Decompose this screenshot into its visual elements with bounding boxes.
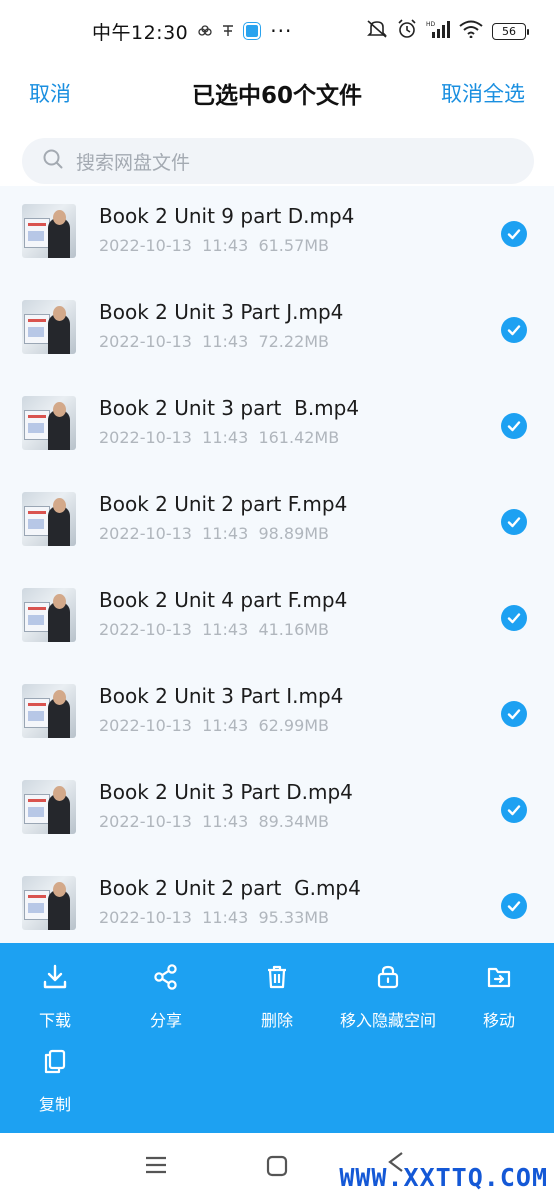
selected-checkbox[interactable] [501,221,527,247]
search-input[interactable]: 搜索网盘文件 [22,138,534,184]
battery-icon: 56 [492,22,529,40]
app-notification-icon [222,24,234,38]
search-icon [42,148,64,174]
file-row[interactable]: Book 2 Unit 3 Part I.mp4 2022-10-13 11:43… [0,666,554,762]
alarm-icon [397,18,417,44]
check-icon [507,805,521,816]
move-to-hidden-space-button[interactable]: 移入隐藏空间 [333,960,443,1040]
menu-icon[interactable] [145,1155,167,1179]
wifi-icon [459,20,483,43]
file-meta: 2022-10-13 11:43 161.42MB [99,428,340,447]
video-thumbnail [22,780,76,834]
file-meta: 2022-10-13 11:43 61.57MB [99,236,330,255]
copy-icon [41,1044,69,1078]
file-row[interactable]: Book 2 Unit 2 part G.mp4 2022-10-13 11:43… [0,858,554,943]
video-thumbnail [22,876,76,930]
cancel-button[interactable]: 取消 [29,78,71,108]
check-icon [507,517,521,528]
selected-checkbox[interactable] [501,797,527,823]
file-meta: 2022-10-13 11:43 98.89MB [99,524,330,543]
baidu-netdisk-notification-icon [244,23,261,39]
check-icon [507,901,521,912]
file-meta: 2022-10-13 11:43 62.99MB [99,716,330,735]
deselect-all-button[interactable]: 取消全选 [441,78,525,108]
video-thumbnail [22,492,76,546]
video-thumbnail [22,684,76,738]
file-list[interactable]: Book 2 Unit 9 part D.mp4 2022-10-13 11:43… [0,186,554,943]
status-right: HD 56 [366,18,529,44]
video-thumbnail [22,300,76,354]
status-bar: 中午12:30 ··· HD 56 [0,0,554,62]
system-nav-bar: WWW.XXTTQ.COM [0,1133,554,1200]
selected-checkbox[interactable] [501,413,527,439]
file-meta: 2022-10-13 11:43 89.34MB [99,812,330,831]
share-button[interactable]: 分享 [111,960,221,1040]
file-name: Book 2 Unit 3 part B.mp4 [99,396,360,420]
status-time: 中午12:30 [92,21,189,44]
move-label: 移动 [482,1011,515,1030]
delete-label: 删除 [260,1011,293,1030]
download-button[interactable]: 下载 [0,960,110,1040]
lock-icon [374,960,402,994]
search-placeholder: 搜索网盘文件 [76,151,191,174]
cellular-signal-icon: HD [426,20,450,43]
selected-checkbox[interactable] [501,605,527,631]
status-left: 中午12:30 ··· [92,18,292,45]
share-label: 分享 [149,1011,182,1030]
action-bar: 下载 分享 删除 移入隐藏空间 移动 复制 [0,943,554,1133]
move-to-hidden-space-label: 移入隐藏空间 [339,1011,436,1030]
file-name: Book 2 Unit 4 part F.mp4 [99,588,348,612]
file-name: Book 2 Unit 9 part D.mp4 [99,204,355,228]
svg-text:HD: HD [426,21,436,28]
file-meta: 2022-10-13 11:43 95.33MB [99,908,330,927]
page-title: 已选中60个文件 [191,83,362,109]
move-button[interactable]: 移动 [444,960,554,1040]
delete-button[interactable]: 删除 [222,960,332,1040]
video-thumbnail [22,204,76,258]
check-icon [507,421,521,432]
file-row[interactable]: Book 2 Unit 3 Part D.mp4 2022-10-13 11:43… [0,762,554,858]
copy-button[interactable]: 复制 [0,1044,110,1124]
file-name: Book 2 Unit 2 part G.mp4 [99,876,361,900]
file-name: Book 2 Unit 3 Part D.mp4 [99,780,353,804]
file-meta: 2022-10-13 11:43 72.22MB [99,332,330,351]
cloud-sync-icon [198,25,212,37]
check-icon [507,709,521,720]
file-row[interactable]: Book 2 Unit 9 part D.mp4 2022-10-13 11:43… [0,186,554,282]
trash-icon [263,960,291,994]
file-row[interactable]: Book 2 Unit 4 part F.mp4 2022-10-13 11:43… [0,570,554,666]
check-icon [507,613,521,624]
file-name: Book 2 Unit 3 Part I.mp4 [99,684,344,708]
selection-header: 取消 已选中60个文件 取消全选 [0,62,554,124]
video-thumbnail [22,396,76,450]
download-icon [41,960,69,994]
watermark: WWW.XXTTQ.COM [339,1163,548,1192]
selected-checkbox[interactable] [501,317,527,343]
check-icon [507,325,521,336]
file-row[interactable]: Book 2 Unit 2 part F.mp4 2022-10-13 11:43… [0,474,554,570]
file-meta: 2022-10-13 11:43 41.16MB [99,620,330,639]
share-icon [152,960,180,994]
home-icon[interactable] [266,1155,288,1181]
file-row[interactable]: Book 2 Unit 3 part B.mp4 2022-10-13 11:43… [0,378,554,474]
battery-level: 56 [502,24,516,38]
file-name: Book 2 Unit 3 Part J.mp4 [99,300,344,324]
video-thumbnail [22,588,76,642]
mute-icon [366,19,388,44]
move-icon [485,960,513,994]
selected-checkbox[interactable] [501,701,527,727]
more-notifications-icon: ··· [270,19,293,43]
file-row[interactable]: Book 2 Unit 3 Part J.mp4 2022-10-13 11:43… [0,282,554,378]
selected-checkbox[interactable] [501,893,527,919]
copy-label: 复制 [38,1095,71,1114]
check-icon [507,229,521,240]
selected-checkbox[interactable] [501,509,527,535]
file-name: Book 2 Unit 2 part F.mp4 [99,492,348,516]
download-label: 下载 [38,1011,71,1030]
